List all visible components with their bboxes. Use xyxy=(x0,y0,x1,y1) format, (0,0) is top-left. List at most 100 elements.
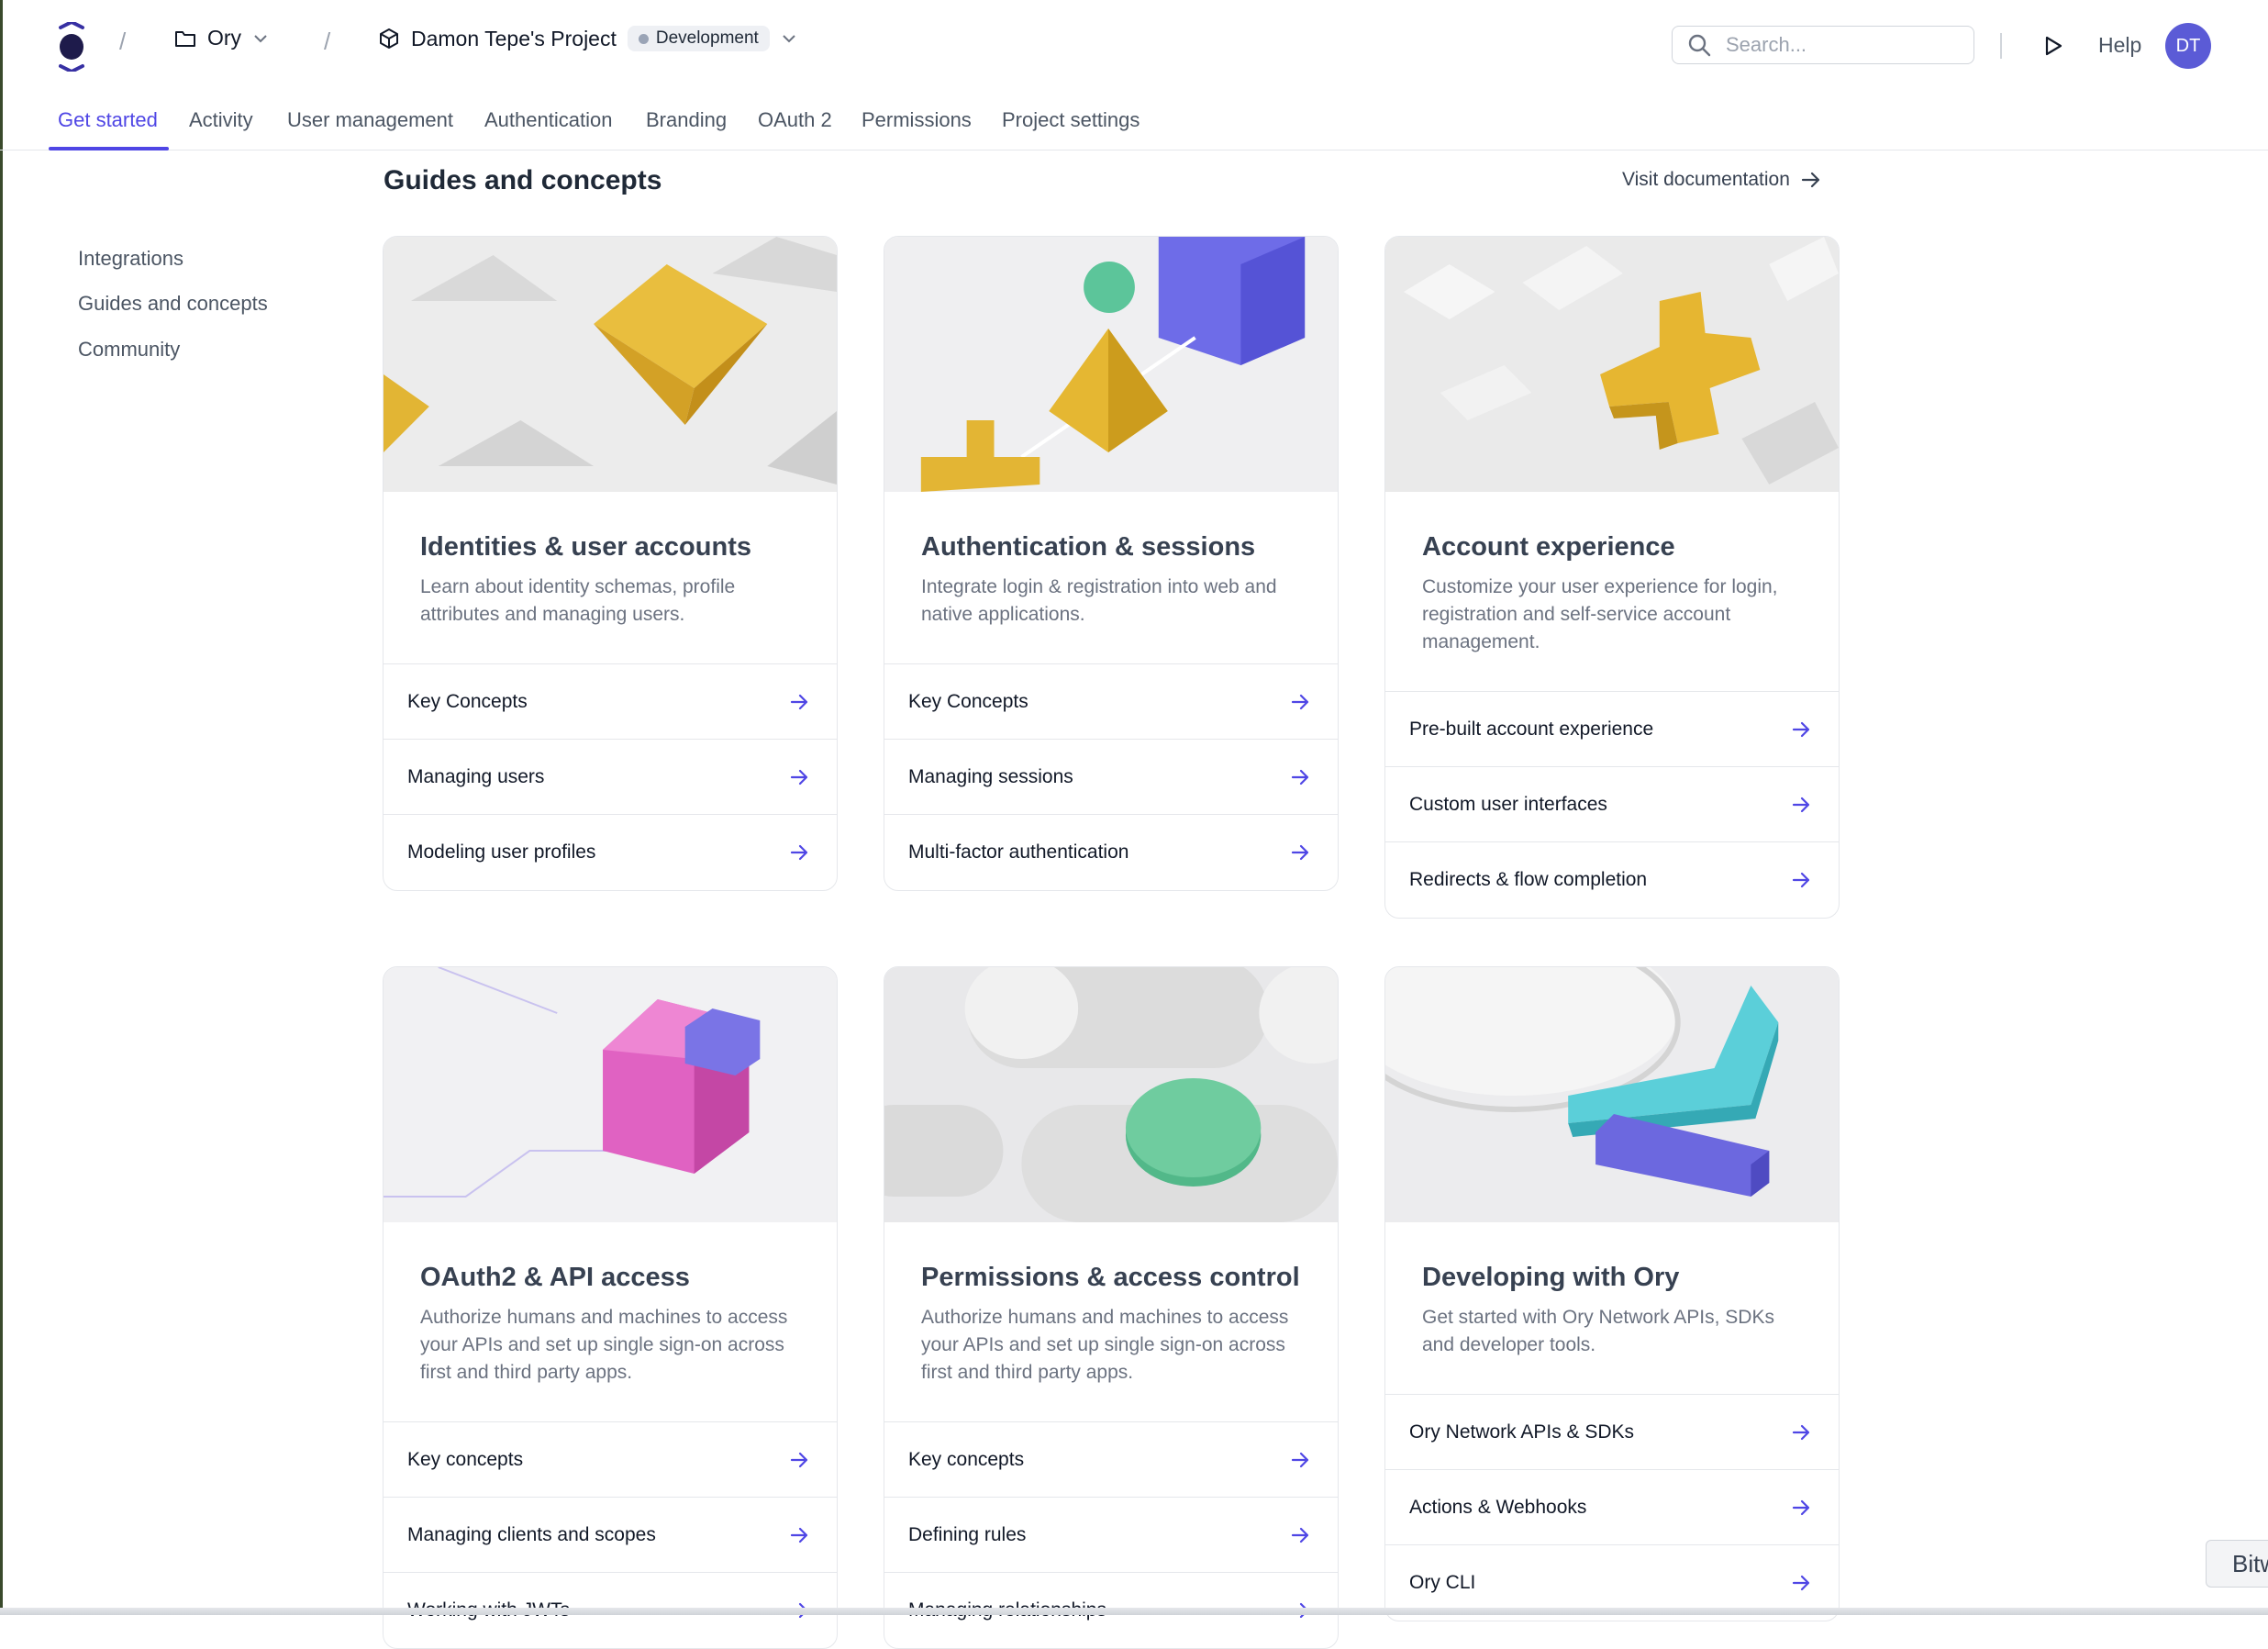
guide-card-permissions: Permissions & access control Authorize h… xyxy=(884,966,1339,1649)
folder-icon xyxy=(175,30,195,47)
link-label: Defining rules xyxy=(908,1523,1027,1545)
card-title: Permissions & access control xyxy=(921,1263,1300,1292)
card-description: Integrate login & registration into web … xyxy=(921,576,1277,625)
link-label: Managing sessions xyxy=(908,765,1073,787)
card-illustration-cross-icon xyxy=(1385,237,1839,492)
guide-link-redirects-flow-completion[interactable]: Redirects & flow completion xyxy=(1385,842,1839,918)
arrow-right-icon xyxy=(1291,1527,1309,1543)
card-links: Pre-built account experience Custom user… xyxy=(1385,691,1839,918)
guide-card-account-experience: Account experience Customize your user e… xyxy=(1384,236,1840,919)
guide-link-managing-users[interactable]: Managing users xyxy=(384,740,837,815)
link-label: Managing users xyxy=(407,765,545,787)
sidebar-item-integrations[interactable]: Integrations xyxy=(78,247,183,271)
chevron-down-icon xyxy=(783,35,795,43)
guide-card-oauth2: OAuth2 & API access Authorize humans and… xyxy=(383,966,838,1649)
search-input[interactable] xyxy=(1724,32,1948,58)
card-title: Authentication & sessions xyxy=(921,532,1256,562)
breadcrumb-separator: / xyxy=(119,28,127,55)
tab-authentication[interactable]: Authentication xyxy=(484,108,612,132)
card-links: Key Concepts Managing sessions Multi-fac… xyxy=(884,663,1338,890)
arrow-right-icon xyxy=(1792,1499,1810,1515)
tab-get-started[interactable]: Get started xyxy=(58,108,158,132)
bitwarden-extension-badge[interactable]: Bitw xyxy=(2206,1540,2268,1588)
search-box[interactable] xyxy=(1672,26,1974,64)
tab-activity[interactable]: Activity xyxy=(189,108,253,132)
tab-branding[interactable]: Branding xyxy=(646,108,727,132)
active-tab-indicator xyxy=(49,147,169,150)
guide-card-authentication: Authentication & sessions Integrate logi… xyxy=(884,236,1339,891)
card-description: Authorize humans and machines to access … xyxy=(921,1307,1289,1383)
arrow-right-icon xyxy=(1291,1452,1309,1467)
search-icon xyxy=(1688,34,1711,57)
arrow-right-icon xyxy=(790,769,808,785)
card-title: Identities & user accounts xyxy=(420,532,751,562)
link-label: Key Concepts xyxy=(908,690,1028,712)
link-label: Redirects & flow completion xyxy=(1409,869,1648,890)
project-selector[interactable]: Damon Tepe's Project Development xyxy=(378,26,797,51)
arrow-right-icon xyxy=(1792,721,1810,737)
tab-user-management[interactable]: User management xyxy=(287,108,453,132)
card-illustration-pyramid-icon xyxy=(384,237,837,492)
card-illustration-pink-cube-icon xyxy=(384,967,837,1222)
guide-link-managing-sessions[interactable]: Managing sessions xyxy=(884,740,1338,815)
cube-icon xyxy=(380,28,398,49)
visit-documentation-link[interactable]: Visit documentation xyxy=(1622,169,1821,191)
card-illustration-cube-icon xyxy=(884,237,1338,492)
card-links: Ory Network APIs & SDKs Actions & Webhoo… xyxy=(1385,1394,1839,1621)
card-title: OAuth2 & API access xyxy=(420,1263,690,1292)
environment-badge: Development xyxy=(627,26,770,51)
link-label: Modeling user profiles xyxy=(407,841,596,863)
project-name: Damon Tepe's Project xyxy=(411,26,617,50)
section-title: Guides and concepts xyxy=(384,165,662,195)
window-edge xyxy=(0,0,3,1615)
tab-permissions[interactable]: Permissions xyxy=(862,108,972,132)
guide-link-managing-clients-and-scopes[interactable]: Managing clients and scopes xyxy=(384,1498,837,1573)
link-label: Key concepts xyxy=(407,1448,524,1470)
avatar[interactable]: DT xyxy=(2165,23,2211,69)
link-label: Custom user interfaces xyxy=(1409,793,1607,815)
tab-oauth2[interactable]: OAuth 2 xyxy=(758,108,832,132)
card-title: Developing with Ory xyxy=(1422,1263,1680,1292)
guide-link-actions-webhooks[interactable]: Actions & Webhooks xyxy=(1385,1470,1839,1545)
environment-dot-icon xyxy=(638,33,649,44)
link-label: Key Concepts xyxy=(407,690,528,712)
play-icon xyxy=(2045,36,2062,56)
link-label: Ory CLI xyxy=(1409,1572,1476,1593)
arrow-right-icon xyxy=(790,1452,808,1467)
guide-link-modeling-user-profiles[interactable]: Modeling user profiles xyxy=(384,815,837,890)
sidebar-item-guides-and-concepts[interactable]: Guides and concepts xyxy=(78,292,268,316)
card-illustration-chevron-icon xyxy=(1385,967,1839,1222)
arrow-right-icon xyxy=(1801,172,1819,188)
guide-card-identities: Identities & user accounts Learn about i… xyxy=(383,236,838,891)
arrow-right-icon xyxy=(1792,872,1810,888)
sidebar-item-community[interactable]: Community xyxy=(78,338,180,362)
guide-link-ory-network-apis-sdks[interactable]: Ory Network APIs & SDKs xyxy=(1385,1395,1839,1470)
guide-link-key-concepts[interactable]: Key Concepts xyxy=(384,664,837,740)
window-bottom-edge xyxy=(0,1608,2268,1615)
guide-link-key-concepts[interactable]: Key Concepts xyxy=(884,664,1338,740)
card-links: Key Concepts Managing users Modeling use… xyxy=(384,663,837,890)
card-illustration-toggle-icon xyxy=(884,967,1338,1222)
main-nav-tabs: Get started Activity User management Aut… xyxy=(0,92,2268,150)
arrow-right-icon xyxy=(1291,844,1309,861)
guide-link-multi-factor-authentication[interactable]: Multi-factor authentication xyxy=(884,815,1338,890)
guide-link-defining-rules[interactable]: Defining rules xyxy=(884,1498,1338,1573)
guide-card-developing: Developing with Ory Get started with Ory… xyxy=(1384,966,1840,1621)
guide-link-pre-built-account-experience[interactable]: Pre-built account experience xyxy=(1385,692,1839,767)
arrow-right-icon xyxy=(1291,694,1309,709)
play-button[interactable] xyxy=(2039,31,2068,61)
arrow-right-icon xyxy=(1792,1575,1810,1591)
header-divider xyxy=(2000,33,2002,59)
link-label: Multi-factor authentication xyxy=(908,841,1129,863)
top-bar: / Ory / Damon Tepe's Project Development… xyxy=(0,0,2268,92)
guide-link-key-concepts[interactable]: Key concepts xyxy=(884,1422,1338,1498)
link-label: Managing clients and scopes xyxy=(407,1523,656,1545)
ory-logo-icon[interactable] xyxy=(53,19,90,74)
tab-project-settings[interactable]: Project settings xyxy=(1002,108,1140,132)
org-selector[interactable]: Ory xyxy=(174,26,269,50)
help-link[interactable]: Help xyxy=(2098,33,2141,58)
guide-link-key-concepts[interactable]: Key concepts xyxy=(384,1422,837,1498)
arrow-right-icon xyxy=(1291,769,1309,785)
card-description: Learn about identity schemas, profile at… xyxy=(420,576,736,625)
guide-link-custom-user-interfaces[interactable]: Custom user interfaces xyxy=(1385,767,1839,842)
